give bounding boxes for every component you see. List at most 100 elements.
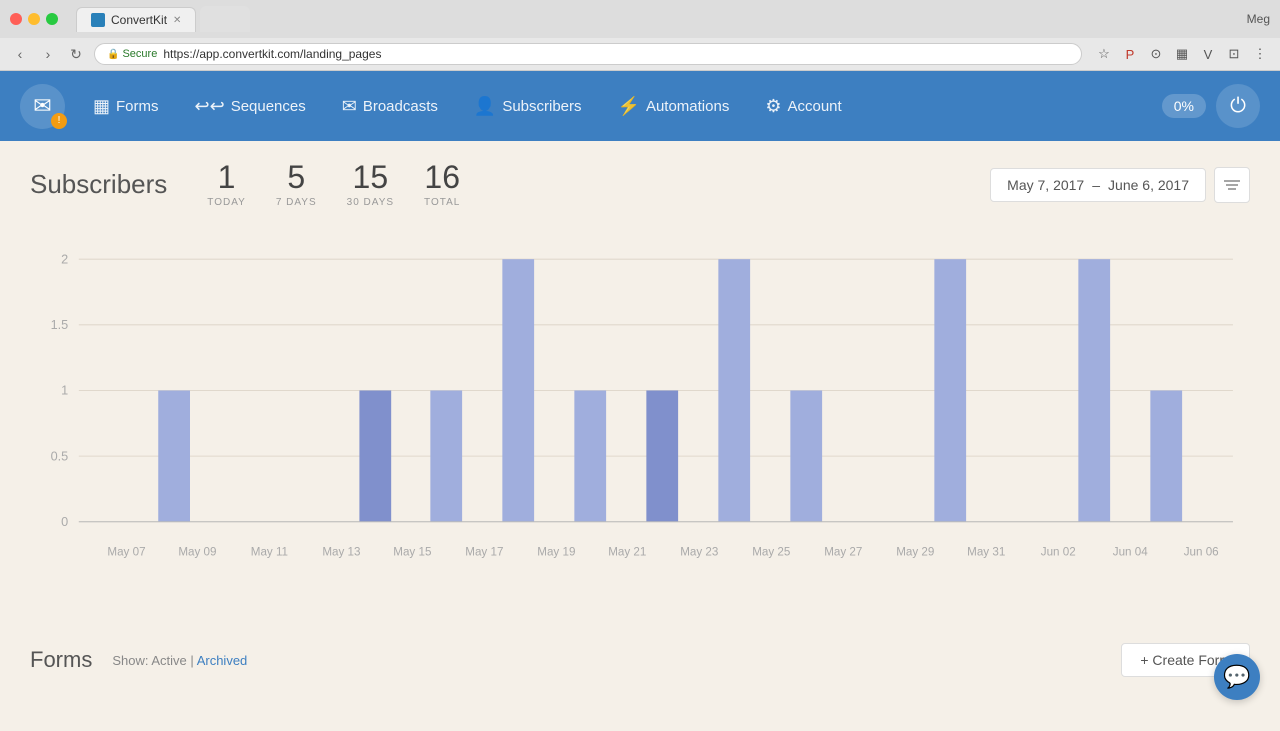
subscribers-title: Subscribers <box>30 169 167 200</box>
subscribers-header: Subscribers 1 TODAY 5 7 DAYS 15 30 DAYS … <box>30 161 1250 208</box>
close-button[interactable] <box>10 13 22 25</box>
nav-item-sequences[interactable]: ↩↩ Sequences <box>177 71 324 141</box>
bar-may15 <box>359 390 391 521</box>
svg-text:May 11: May 11 <box>251 546 288 559</box>
broadcasts-icon: ✉ <box>342 96 357 117</box>
svg-text:Jun 06: Jun 06 <box>1184 546 1219 559</box>
date-start: May 7, 2017 <box>1007 177 1084 193</box>
app-nav: ✉ ! ▦ Forms ↩↩ Sequences ✉ Broadcasts 👤 … <box>0 71 1280 141</box>
nav-item-account[interactable]: ⚙ Account <box>747 71 859 141</box>
nav-item-automations[interactable]: ⚡ Automations <box>600 71 748 141</box>
svg-text:May 21: May 21 <box>608 546 646 559</box>
lock-icon: 🔒 <box>107 49 119 60</box>
address-bar: ‹ › ↻ 🔒 Secure https://app.convertkit.co… <box>0 38 1280 70</box>
svg-text:1: 1 <box>61 384 68 398</box>
main-content: Subscribers 1 TODAY 5 7 DAYS 15 30 DAYS … <box>0 141 1280 731</box>
svg-text:May 27: May 27 <box>824 546 862 559</box>
svg-text:May 31: May 31 <box>967 546 1005 559</box>
warning-icon: ! <box>51 113 67 129</box>
browser-tab[interactable]: ConvertKit ✕ <box>76 7 196 32</box>
bar-jun06 <box>1150 390 1182 521</box>
stat-7days-label: 7 DAYS <box>276 197 317 208</box>
forms-icon: ▦ <box>93 96 110 117</box>
chat-button[interactable]: 💬 <box>1214 654 1260 700</box>
svg-text:Jun 02: Jun 02 <box>1041 546 1076 559</box>
svg-text:May 23: May 23 <box>680 546 718 559</box>
nav-label-subscribers: Subscribers <box>502 98 581 115</box>
stat-30days-label: 30 DAYS <box>347 197 394 208</box>
back-button[interactable]: ‹ <box>10 44 30 64</box>
date-range-picker[interactable]: May 7, 2017 – June 6, 2017 <box>990 168 1206 202</box>
forward-button[interactable]: › <box>38 44 58 64</box>
svg-text:May 13: May 13 <box>322 546 360 559</box>
bar-may21 <box>574 390 606 521</box>
svg-text:1.5: 1.5 <box>51 318 69 332</box>
stat-7days: 5 7 DAYS <box>276 161 317 208</box>
nav-item-broadcasts[interactable]: ✉ Broadcasts <box>324 71 456 141</box>
archived-link[interactable]: Archived <box>197 653 248 668</box>
bookmark-icon[interactable]: ☆ <box>1094 44 1114 64</box>
date-range-container: May 7, 2017 – June 6, 2017 <box>990 167 1250 203</box>
extension-icon-4[interactable]: V <box>1198 44 1218 64</box>
subscribers-icon: 👤 <box>474 96 496 117</box>
automations-icon: ⚡ <box>618 96 640 117</box>
secure-badge: 🔒 Secure <box>107 48 157 60</box>
tab-favicon <box>91 13 105 27</box>
extension-icon-5[interactable]: ⊡ <box>1224 44 1244 64</box>
svg-text:May 29: May 29 <box>896 546 934 559</box>
browser-user: Meg <box>1247 12 1270 26</box>
browser-titlebar: ConvertKit ✕ Meg <box>0 0 1280 38</box>
filter-icon <box>1224 179 1240 191</box>
stat-30days: 15 30 DAYS <box>347 161 394 208</box>
svg-text:May 09: May 09 <box>178 546 216 559</box>
pct-badge[interactable]: 0% <box>1162 94 1206 118</box>
bar-may25 <box>718 259 750 522</box>
tab-title: ConvertKit <box>111 13 167 27</box>
show-filters: Show: Active | Archived <box>112 653 247 668</box>
extension-icon-3[interactable]: ▦ <box>1172 44 1192 64</box>
url-text: https://app.convertkit.com/landing_pages <box>163 47 381 61</box>
stats-row: 1 TODAY 5 7 DAYS 15 30 DAYS 16 TOTAL <box>207 161 460 208</box>
pipe-separator: | <box>190 653 193 668</box>
bar-jun04 <box>1078 259 1110 522</box>
nav-label-sequences: Sequences <box>231 98 306 115</box>
forms-section: Forms Show: Active | Archived + Create F… <box>30 643 1250 677</box>
nav-item-forms[interactable]: ▦ Forms <box>75 71 177 141</box>
extension-icon-2[interactable]: ⊙ <box>1146 44 1166 64</box>
minimize-button[interactable] <box>28 13 40 25</box>
show-label: Show: <box>112 653 148 668</box>
power-button[interactable]: ⏻ <box>1216 84 1260 128</box>
nav-label-broadcasts: Broadcasts <box>363 98 438 115</box>
more-menu-button[interactable]: ⋮ <box>1250 44 1270 64</box>
svg-text:May 07: May 07 <box>107 546 145 559</box>
svg-text:May 15: May 15 <box>393 546 431 559</box>
bar-may17 <box>430 390 462 521</box>
tab-close-button[interactable]: ✕ <box>173 15 181 26</box>
nav-label-automations: Automations <box>646 98 729 115</box>
svg-text:May 25: May 25 <box>752 546 790 559</box>
filter-button[interactable] <box>1214 167 1250 203</box>
svg-text:May 19: May 19 <box>537 546 575 559</box>
nav-right: 0% ⏻ <box>1162 84 1260 128</box>
url-bar[interactable]: 🔒 Secure https://app.convertkit.com/land… <box>94 43 1082 65</box>
browser-chrome: ConvertKit ✕ Meg ‹ › ↻ 🔒 Secure https://… <box>0 0 1280 71</box>
account-icon: ⚙ <box>765 96 781 117</box>
stat-total-label: TOTAL <box>424 197 460 208</box>
extension-icon-1[interactable]: P <box>1120 44 1140 64</box>
active-link: Active <box>151 653 186 668</box>
svg-text:Jun 04: Jun 04 <box>1113 546 1148 559</box>
bar-may19 <box>502 259 534 522</box>
nav-logo[interactable]: ✉ ! <box>20 84 65 129</box>
stat-today-label: TODAY <box>207 197 246 208</box>
maximize-button[interactable] <box>46 13 58 25</box>
bar-may31 <box>934 259 966 522</box>
refresh-button[interactable]: ↻ <box>66 44 86 64</box>
secure-text: Secure <box>122 48 157 60</box>
stat-7days-value: 5 <box>276 161 317 193</box>
chart-container: 2 1.5 1 0.5 0 <box>30 228 1250 613</box>
nav-label-forms: Forms <box>116 98 159 115</box>
chat-icon: 💬 <box>1223 664 1250 690</box>
nav-item-subscribers[interactable]: 👤 Subscribers <box>456 71 600 141</box>
bar-may09 <box>158 390 190 521</box>
bar-may27 <box>790 390 822 521</box>
